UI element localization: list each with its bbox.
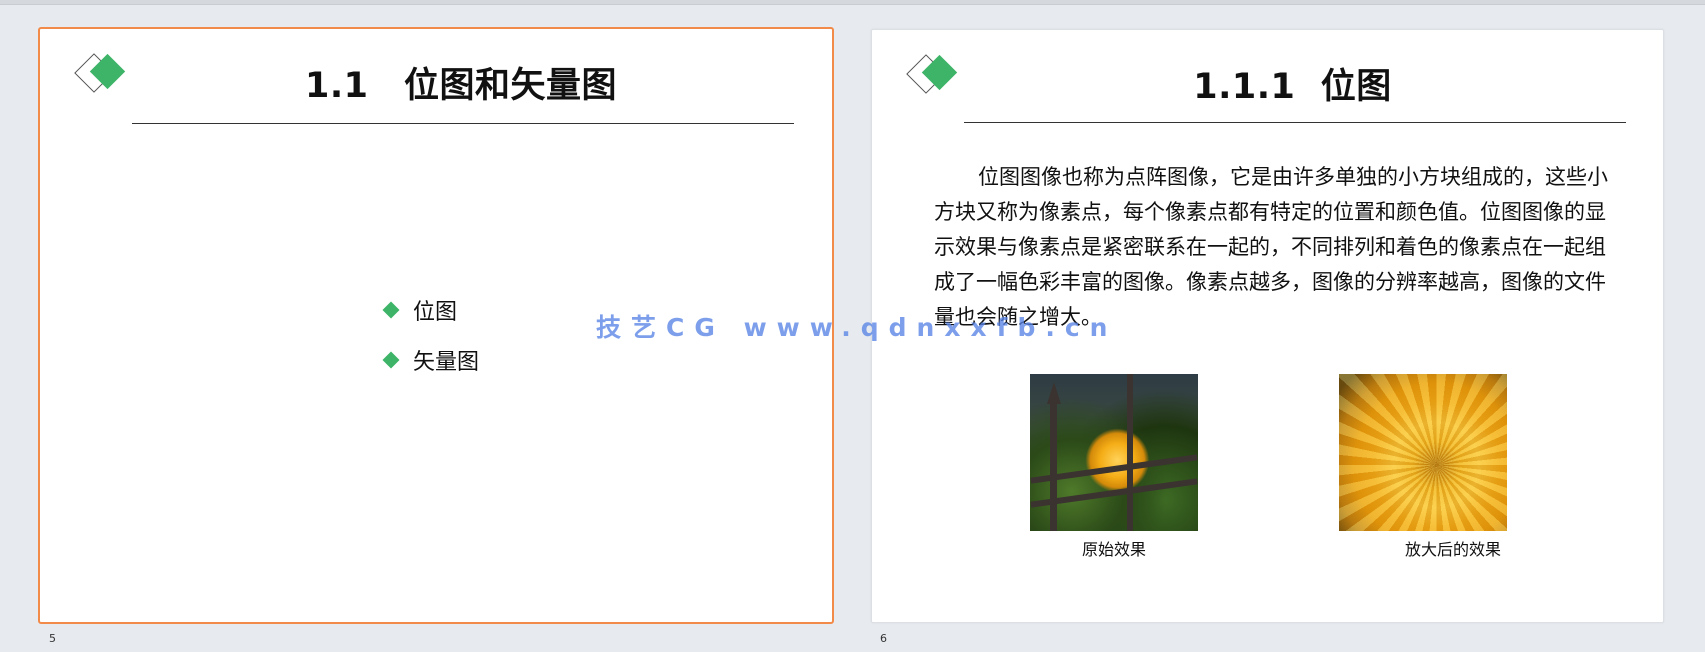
site-watermark: 技艺CG www.qdnxxfb.cn [596, 313, 1118, 342]
bullet-text: 矢量图 [413, 350, 480, 375]
bullet-item: 位图 [382, 285, 479, 335]
slide-title: 1.1.1 位图 [1193, 67, 1392, 107]
image-caption: 原始效果 [1081, 540, 1146, 559]
slide-number: 6 [880, 632, 887, 645]
image-caption: 放大后的效果 [1404, 540, 1501, 559]
title-divider [964, 122, 1626, 123]
green-diamond-bullet-icon [382, 301, 400, 319]
slide-title: 1.1 位图和矢量图 [304, 66, 617, 106]
slide-number: 5 [49, 632, 56, 645]
green-diamond-bullet-icon [382, 351, 400, 369]
top-toolbar-edge [0, 0, 1705, 5]
flower-zoomed-image [1339, 374, 1507, 531]
title-divider [132, 123, 794, 124]
bullet-list: 位图 矢量图 [382, 285, 479, 385]
flower-original-image [1030, 374, 1198, 531]
bullet-text: 位图 [413, 300, 458, 325]
bullet-item: 矢量图 [382, 335, 479, 385]
